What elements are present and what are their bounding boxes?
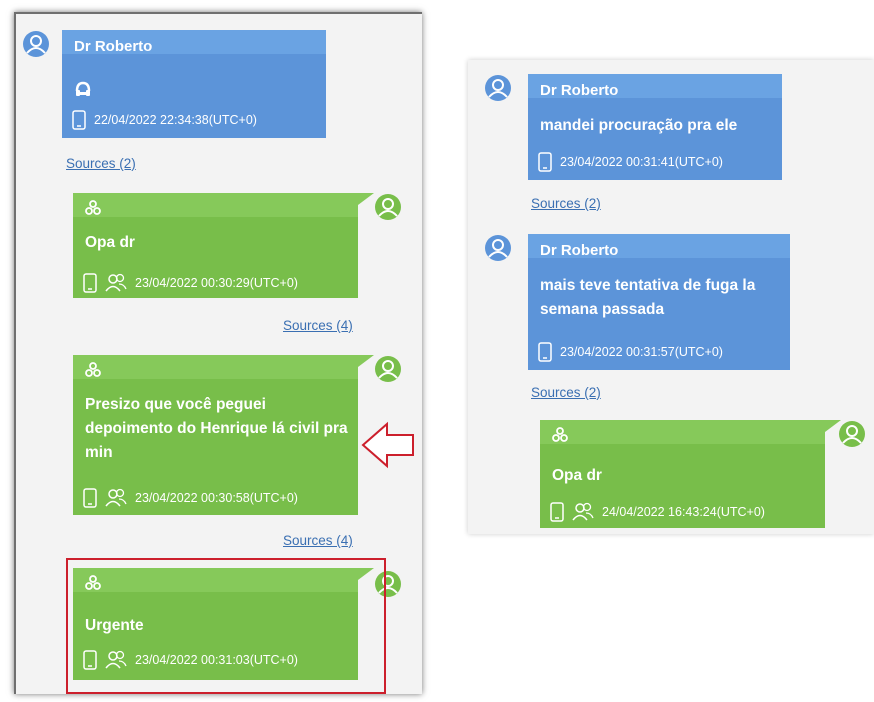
phone-icon <box>83 488 97 508</box>
message-meta: 23/04/2022 00:31:41(UTC+0) <box>538 152 723 172</box>
message-bubble-incoming[interactable]: Dr Roberto 22/04/2022 22:34:38(UTC+0) <box>62 30 326 138</box>
phone-icon <box>83 273 97 293</box>
sources-link[interactable]: Sources (2) <box>531 385 601 400</box>
message-timestamp: 23/04/2022 00:30:58(UTC+0) <box>135 491 298 505</box>
phone-icon <box>550 502 564 522</box>
owner-avatar-icon <box>838 420 866 448</box>
message-timestamp: 23/04/2022 00:31:41(UTC+0) <box>560 155 723 169</box>
contact-avatar-icon <box>484 234 512 262</box>
bubble-header <box>73 355 358 379</box>
message-meta: 24/04/2022 16:43:24(UTC+0) <box>550 502 765 522</box>
contact-avatar-icon <box>22 30 50 58</box>
message-meta: 23/04/2022 00:31:57(UTC+0) <box>538 342 723 362</box>
group-icon <box>572 502 594 521</box>
message-bubble-incoming[interactable]: Dr Roberto mais teve tentativa de fuga l… <box>528 234 790 370</box>
phone-icon <box>72 110 86 130</box>
app-logo-icon <box>552 427 568 448</box>
contact-avatar-icon <box>484 74 512 102</box>
message-meta: 22/04/2022 22:34:38(UTC+0) <box>72 110 257 130</box>
highlight-box <box>66 558 386 694</box>
message-bubble-outgoing[interactable]: Opa dr 24/04/2022 16:43:24(UTC+0) <box>540 420 841 528</box>
bubble-header <box>73 193 358 217</box>
sender-name: Dr Roberto <box>74 38 153 55</box>
sources-link[interactable]: Sources (2) <box>66 156 136 171</box>
group-icon <box>105 488 127 507</box>
message-text: mandei procuração pra ele <box>540 117 738 134</box>
message-timestamp: 22/04/2022 22:34:38(UTC+0) <box>94 113 257 127</box>
sources-link[interactable]: Sources (2) <box>531 196 601 211</box>
sources-link[interactable]: Sources (4) <box>283 318 353 333</box>
message-bubble-outgoing[interactable]: Presizo que você peguei depoimento do He… <box>73 355 374 515</box>
arrow-annotation-icon <box>361 421 414 469</box>
message-text: Opa dr <box>552 467 602 484</box>
bubble-tail <box>358 193 374 205</box>
bubble-header <box>540 420 825 444</box>
app-logo-icon <box>85 362 101 383</box>
message-timestamp: 24/04/2022 16:43:24(UTC+0) <box>602 505 765 519</box>
message-timestamp: 23/04/2022 00:31:57(UTC+0) <box>560 345 723 359</box>
message-text: mais teve tentativa de fuga la semana pa… <box>540 277 756 318</box>
sender-name: Dr Roberto <box>540 242 619 259</box>
message-bubble-incoming[interactable]: Dr Roberto mandei procuração pra ele 23/… <box>528 74 782 180</box>
message-bubble-outgoing[interactable]: Opa dr 23/04/2022 00:30:29(UTC+0) <box>73 193 374 298</box>
message-text: Presizo que você peguei depoimento do He… <box>85 396 348 461</box>
audio-attachment-icon[interactable] <box>74 80 92 103</box>
group-icon <box>105 273 127 292</box>
message-meta: 23/04/2022 00:30:58(UTC+0) <box>83 488 298 508</box>
phone-icon <box>538 152 552 172</box>
owner-avatar-icon <box>374 355 402 383</box>
owner-avatar-icon <box>374 193 402 221</box>
message-text: Opa dr <box>85 234 135 251</box>
sender-name: Dr Roberto <box>540 82 619 99</box>
sources-link[interactable]: Sources (4) <box>283 533 353 548</box>
phone-icon <box>538 342 552 362</box>
message-timestamp: 23/04/2022 00:30:29(UTC+0) <box>135 276 298 290</box>
message-meta: 23/04/2022 00:30:29(UTC+0) <box>83 273 298 293</box>
app-logo-icon <box>85 200 101 221</box>
bubble-tail <box>358 355 374 367</box>
